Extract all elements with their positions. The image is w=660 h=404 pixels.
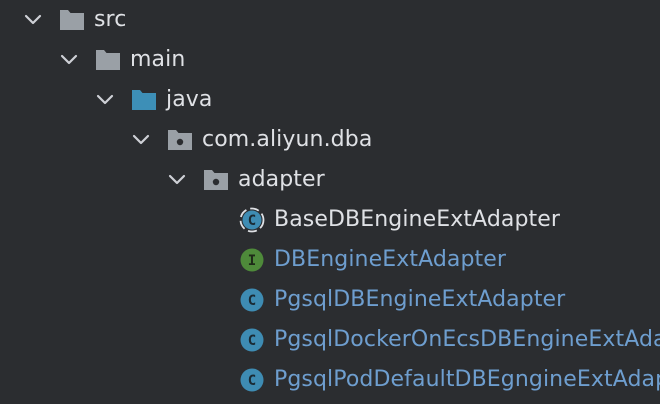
chevron-down-icon[interactable] [96, 91, 114, 109]
interface-icon: I [238, 247, 266, 273]
class-icon: C [238, 327, 266, 353]
svg-text:C: C [248, 373, 256, 389]
tree-node-label: adapter [238, 167, 325, 192]
tree-node-label: PgsqlDBEngineExtAdapter [274, 287, 566, 312]
tree-node-label: DBEngineExtAdapter [274, 247, 507, 272]
chevron-down-icon[interactable] [24, 11, 42, 29]
tree-node-pgsqldbengineextadapter[interactable]: C PgsqlDBEngineExtAdapter [0, 280, 660, 320]
tree-node-label: main [130, 47, 186, 72]
chevron-down-icon[interactable] [168, 171, 186, 189]
folder-icon [58, 7, 86, 33]
tree-node-label: java [166, 87, 213, 112]
svg-text:C: C [248, 293, 256, 309]
svg-text:I: I [248, 253, 256, 269]
tree-node-src[interactable]: src [0, 0, 660, 40]
svg-text:C: C [248, 213, 256, 229]
project-tree: src main java com.aliyun.dba adapter C BaseDBE… [0, 0, 660, 404]
chevron-down-icon[interactable] [132, 131, 150, 149]
tree-node-adapter[interactable]: adapter [0, 160, 660, 200]
abstract-class-icon: C [238, 207, 266, 233]
svg-text:C: C [248, 333, 256, 349]
chevron-down-icon[interactable] [60, 51, 78, 69]
tree-node-label: PgsqlPodDefaultDBEgngineExtAdapter [274, 367, 660, 392]
class-icon: C [238, 367, 266, 393]
tree-node-java[interactable]: java [0, 80, 660, 120]
tree-node-com-aliyun-dba[interactable]: com.aliyun.dba [0, 120, 660, 160]
tree-node-pgsqldockeronecsdbengineextadapter[interactable]: C PgsqlDockerOnEcsDBEngineExtAdapter [0, 320, 660, 360]
folder-icon [94, 47, 122, 73]
tree-node-pgsqlpoddefaultdbegngineextadapter[interactable]: C PgsqlPodDefaultDBEgngineExtAdapter [0, 360, 660, 400]
tree-node-label: com.aliyun.dba [202, 127, 373, 152]
tree-node-label: src [94, 7, 127, 32]
tree-node-basedbengineextadapter[interactable]: C BaseDBEngineExtAdapter [0, 200, 660, 240]
class-icon: C [238, 287, 266, 313]
tree-node-label: PgsqlDockerOnEcsDBEngineExtAdapter [274, 327, 660, 352]
package-folder-icon [166, 127, 194, 153]
package-folder-icon [202, 167, 230, 193]
tree-node-label: BaseDBEngineExtAdapter [274, 207, 561, 232]
tree-node-dbengineextadapter[interactable]: I DBEngineExtAdapter [0, 240, 660, 280]
tree-node-main[interactable]: main [0, 40, 660, 80]
source-root-folder-icon [130, 87, 158, 113]
